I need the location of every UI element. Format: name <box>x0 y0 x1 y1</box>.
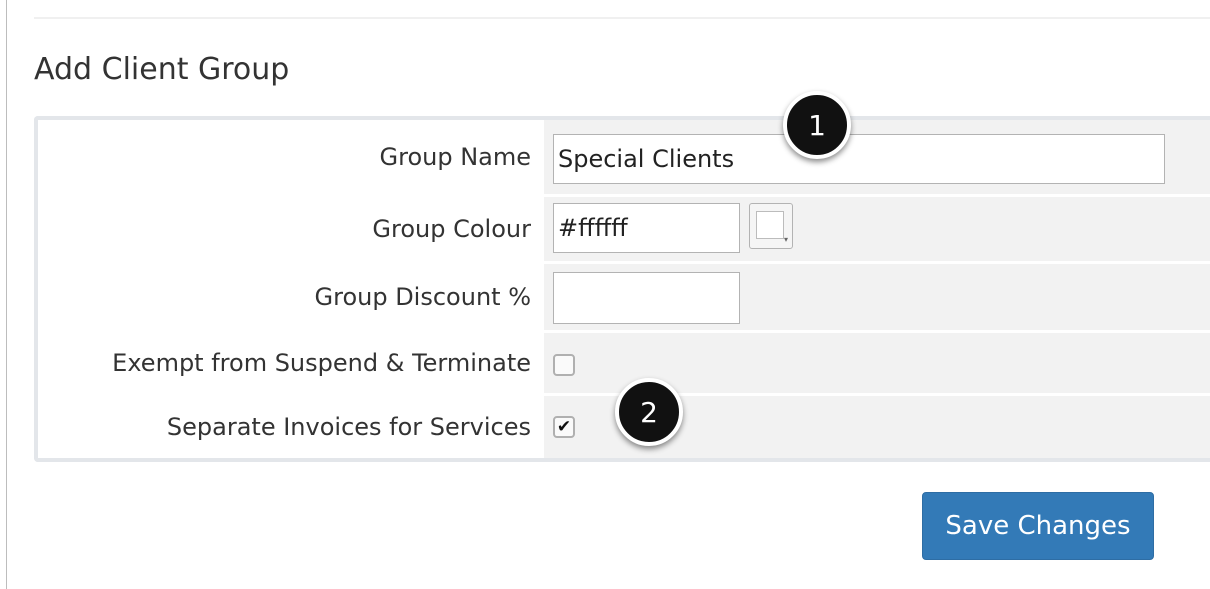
callout-badge-2: 2 <box>615 378 683 446</box>
group-colour-row: Group Colour #ffffff ▾ <box>38 197 1210 261</box>
separate-invoices-checkbox[interactable]: ✔ <box>553 416 575 438</box>
group-name-row: Group Name Special Clients <box>38 120 1210 194</box>
checkmark-icon: ✔ <box>556 417 572 437</box>
callout-badge-1: 1 <box>783 91 851 159</box>
group-colour-input[interactable]: #ffffff <box>553 203 740 253</box>
group-name-label: Group Name <box>379 143 532 171</box>
save-changes-button[interactable]: Save Changes <box>922 492 1154 560</box>
group-colour-label: Group Colour <box>372 215 531 243</box>
group-name-cell: Special Clients <box>544 120 1210 194</box>
top-divider <box>34 17 1210 19</box>
exempt-suspend-label: Exempt from Suspend & Terminate <box>112 349 531 377</box>
exempt-suspend-checkbox[interactable] <box>553 354 575 376</box>
frame-left-edge <box>6 0 7 589</box>
group-discount-label: Group Discount % <box>314 283 532 311</box>
separate-invoices-label: Separate Invoices for Services <box>166 413 531 441</box>
callout-number: 1 <box>808 108 826 142</box>
group-discount-input[interactable] <box>553 272 740 324</box>
dropdown-arrow-icon: ▾ <box>783 235 788 244</box>
colour-swatch-icon <box>756 211 784 239</box>
callout-number: 2 <box>640 395 658 429</box>
group-name-input[interactable]: Special Clients <box>553 134 1165 184</box>
group-discount-row: Group Discount % <box>38 264 1210 330</box>
exempt-suspend-row: Exempt from Suspend & Terminate <box>38 333 1210 393</box>
page-title: Add Client Group <box>34 52 290 87</box>
group-discount-cell <box>544 264 1210 330</box>
group-colour-cell: #ffffff ▾ <box>544 197 1210 261</box>
colour-picker-button[interactable]: ▾ <box>749 203 793 249</box>
